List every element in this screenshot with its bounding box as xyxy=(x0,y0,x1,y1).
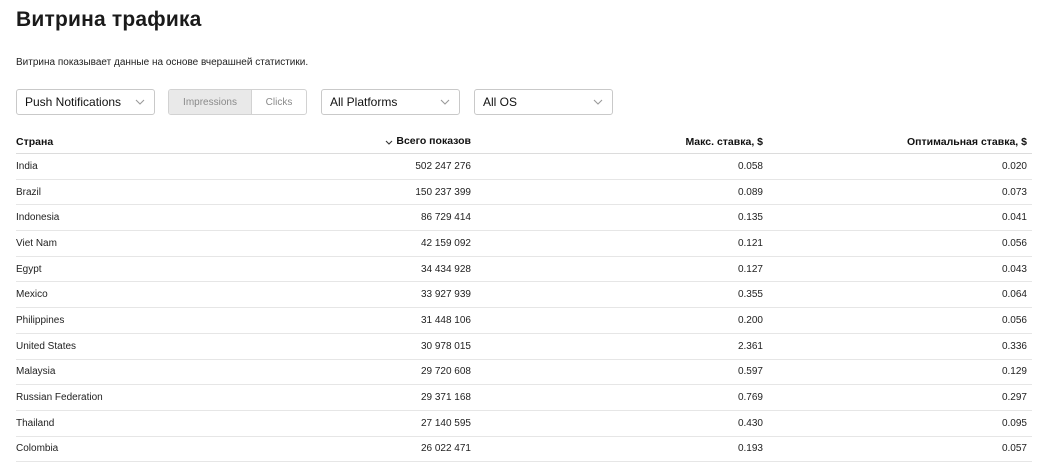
cell-total-impressions: 26 022 471 xyxy=(420,443,471,455)
column-header-country[interactable]: Страна xyxy=(16,136,226,148)
cell-optimal-bid: 0.056 xyxy=(1001,237,1027,249)
toggle-clicks[interactable]: Clicks xyxy=(252,90,306,114)
platform-value: All Platforms xyxy=(330,95,398,109)
cell-country: Russian Federation xyxy=(16,392,103,404)
cell-optimal-bid: 0.064 xyxy=(1001,289,1027,301)
cell-max-bid: 2.361 xyxy=(737,340,763,352)
cell-total-impressions: 33 927 939 xyxy=(420,289,471,301)
cell-max-bid: 0.430 xyxy=(737,417,763,429)
table-row: Philippines 31 448 106 0.200 0.056 xyxy=(16,308,1032,334)
cell-total-impressions: 502 247 276 xyxy=(415,160,471,172)
chevron-down-icon xyxy=(134,96,146,108)
cell-country: Egypt xyxy=(16,263,42,275)
cell-total-impressions: 150 237 399 xyxy=(415,186,471,198)
cell-max-bid: 0.135 xyxy=(737,212,763,224)
cell-optimal-bid: 0.095 xyxy=(1001,417,1027,429)
cell-optimal-bid: 0.297 xyxy=(1001,392,1027,404)
table-row: India 502 247 276 0.058 0.020 xyxy=(16,154,1032,180)
ad-format-value: Push Notifications xyxy=(25,95,122,109)
chevron-down-icon xyxy=(592,96,604,108)
cell-max-bid: 0.769 xyxy=(737,392,763,404)
chevron-down-icon xyxy=(439,96,451,108)
table-row: United States 30 978 015 2.361 0.336 xyxy=(16,334,1032,360)
column-header-max-bid[interactable]: Макс. ставка, $ xyxy=(471,136,763,148)
ad-format-select[interactable]: Push Notifications xyxy=(16,89,155,115)
table-row: Viet Nam 42 159 092 0.121 0.056 xyxy=(16,231,1032,257)
cell-optimal-bid: 0.020 xyxy=(1001,160,1027,172)
column-header-total-label: Всего показов xyxy=(396,135,471,148)
metric-toggle: Impressions Clicks xyxy=(168,89,307,115)
cell-optimal-bid: 0.073 xyxy=(1001,186,1027,198)
column-header-total[interactable]: Всего показов xyxy=(226,135,471,147)
table-header: Страна Всего показов Макс. ставка, $ Опт… xyxy=(16,130,1032,154)
table-row: Thailand 27 140 595 0.430 0.095 xyxy=(16,411,1032,437)
table-row: Colombia 26 022 471 0.193 0.057 xyxy=(16,437,1032,462)
cell-country: Malaysia xyxy=(16,366,56,378)
traffic-table: Страна Всего показов Макс. ставка, $ Опт… xyxy=(16,130,1032,462)
cell-max-bid: 0.597 xyxy=(737,366,763,378)
cell-optimal-bid: 0.057 xyxy=(1001,443,1027,455)
cell-country: Thailand xyxy=(16,417,55,429)
cell-total-impressions: 29 720 608 xyxy=(420,366,471,378)
cell-optimal-bid: 0.129 xyxy=(1001,366,1027,378)
filters-bar: Push Notifications Impressions Clicks Al… xyxy=(16,88,613,116)
cell-country: Viet Nam xyxy=(16,237,57,249)
cell-total-impressions: 30 978 015 xyxy=(420,340,471,352)
traffic-showcase-page: Витрина трафика Витрина показывает данны… xyxy=(0,0,1054,462)
table-row: Malaysia 29 720 608 0.597 0.129 xyxy=(16,360,1032,386)
cell-country: Indonesia xyxy=(16,212,60,224)
cell-country: United States xyxy=(16,340,77,352)
os-value: All OS xyxy=(483,95,518,109)
table-row: Egypt 34 434 928 0.127 0.043 xyxy=(16,257,1032,283)
cell-country: Brazil xyxy=(16,186,42,198)
cell-max-bid: 0.127 xyxy=(737,263,763,275)
cell-optimal-bid: 0.043 xyxy=(1001,263,1027,275)
cell-country: Colombia xyxy=(16,443,59,455)
cell-max-bid: 0.200 xyxy=(737,314,763,326)
cell-max-bid: 0.089 xyxy=(737,186,763,198)
platform-select[interactable]: All Platforms xyxy=(321,89,460,115)
sort-desc-icon xyxy=(385,136,393,148)
table-row: Indonesia 86 729 414 0.135 0.041 xyxy=(16,205,1032,232)
cell-total-impressions: 34 434 928 xyxy=(420,263,471,275)
cell-optimal-bid: 0.041 xyxy=(1001,212,1027,224)
cell-total-impressions: 29 371 168 xyxy=(420,392,471,404)
cell-country: Mexico xyxy=(16,289,48,301)
table-row: Brazil 150 237 399 0.089 0.073 xyxy=(16,180,1032,206)
cell-optimal-bid: 0.336 xyxy=(1001,340,1027,352)
cell-max-bid: 0.193 xyxy=(737,443,763,455)
cell-total-impressions: 27 140 595 xyxy=(420,417,471,429)
table-row: Mexico 33 927 939 0.355 0.064 xyxy=(16,282,1032,309)
cell-total-impressions: 31 448 106 xyxy=(420,314,471,326)
page-subtitle: Витрина показывает данные на основе вчер… xyxy=(16,57,309,68)
column-header-optimal-bid[interactable]: Оптимальная ставка, $ xyxy=(763,136,1027,148)
cell-max-bid: 0.058 xyxy=(737,160,763,172)
cell-country: India xyxy=(16,160,38,172)
os-select[interactable]: All OS xyxy=(474,89,613,115)
cell-total-impressions: 42 159 092 xyxy=(420,237,471,249)
cell-max-bid: 0.121 xyxy=(737,237,763,249)
page-title: Витрина трафика xyxy=(16,8,202,31)
cell-max-bid: 0.355 xyxy=(737,289,763,301)
toggle-impressions[interactable]: Impressions xyxy=(169,90,252,114)
cell-total-impressions: 86 729 414 xyxy=(420,212,471,224)
cell-country: Philippines xyxy=(16,314,65,326)
cell-optimal-bid: 0.056 xyxy=(1001,314,1027,326)
table-row: Russian Federation 29 371 168 0.769 0.297 xyxy=(16,385,1032,411)
table-body: India 502 247 276 0.058 0.020 Brazil 150 237 … xyxy=(16,154,1032,462)
